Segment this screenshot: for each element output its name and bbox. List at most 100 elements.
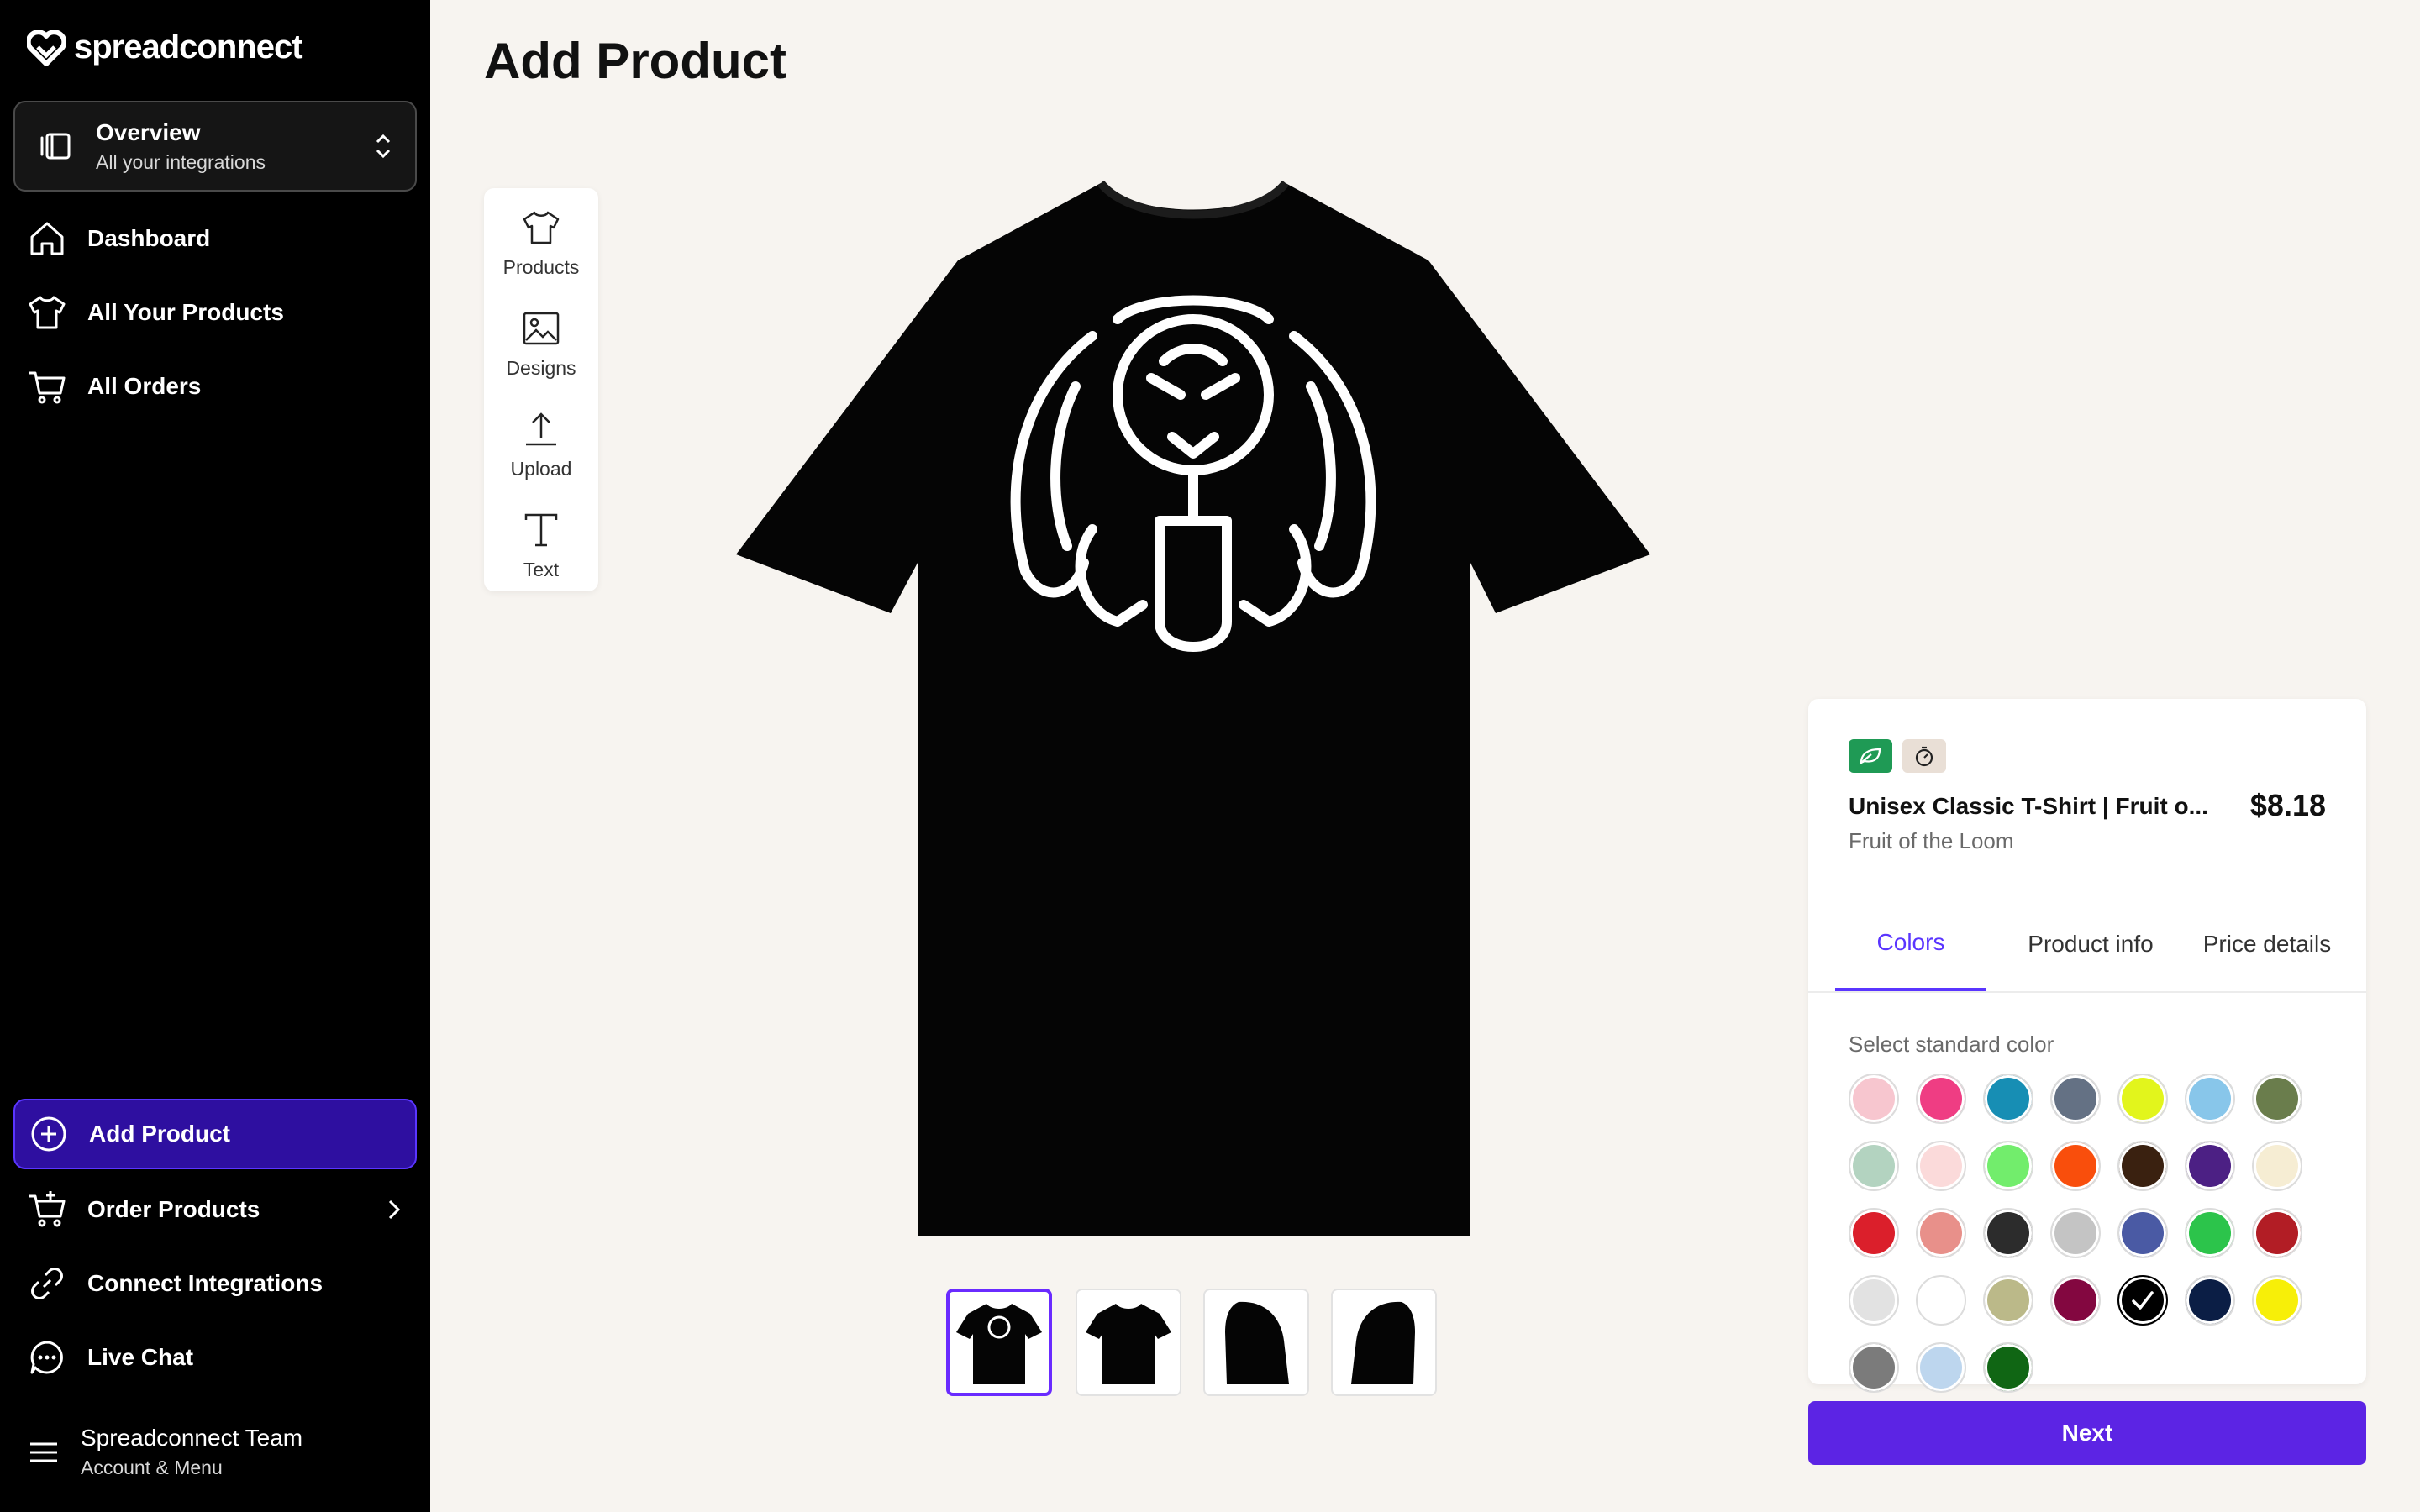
product-name: Unisex Classic T-Shirt | Fruit o... — [1849, 793, 2208, 819]
product-brand: Fruit of the Loom — [1849, 828, 2014, 853]
tool-label: Upload — [510, 457, 572, 480]
logo[interactable]: spreadconnect — [27, 29, 303, 66]
text-icon — [524, 513, 558, 546]
color-swatch[interactable] — [1849, 1141, 1899, 1191]
color-swatch[interactable] — [2050, 1208, 2101, 1258]
tool-products[interactable]: Products — [484, 197, 598, 289]
image-icon — [523, 312, 560, 344]
color-swatch[interactable] — [2252, 1208, 2302, 1258]
tshirt-icon — [523, 211, 560, 244]
tool-designs[interactable]: Designs — [484, 297, 598, 390]
color-swatch[interactable] — [2050, 1074, 2101, 1124]
thumbnail-side-right[interactable] — [1331, 1289, 1437, 1396]
sidebar-item-label: Live Chat — [87, 1344, 194, 1370]
account-menu[interactable]: Spreadconnect Team Account & Menu — [27, 1425, 302, 1479]
color-swatch[interactable] — [2118, 1208, 2168, 1258]
color-swatch[interactable] — [1849, 1074, 1899, 1124]
color-swatch[interactable] — [2185, 1141, 2235, 1191]
thumbnail-image — [1225, 1301, 1289, 1384]
eco-badge — [1849, 739, 1892, 773]
color-hint: Select standard color — [1849, 1032, 2054, 1057]
product-tabs: Colors Product info Price details — [1808, 897, 2366, 993]
thumbnail-side-left[interactable] — [1203, 1289, 1309, 1396]
chat-icon — [30, 1341, 63, 1374]
color-swatch[interactable] — [2118, 1074, 2168, 1124]
sidebar-item-order-products[interactable]: Order Products — [13, 1174, 417, 1245]
sidebar-item-all-products[interactable]: All Your Products — [13, 277, 417, 348]
tab-price-details[interactable]: Price details — [2183, 897, 2351, 991]
tab-colors[interactable]: Colors — [1835, 897, 1986, 991]
sidebar-item-live-chat[interactable]: Live Chat — [13, 1322, 417, 1393]
color-swatch[interactable] — [2252, 1275, 2302, 1326]
app-root: spreadconnect Overview All your integrat… — [0, 0, 2420, 1512]
next-button[interactable]: Next — [1808, 1401, 2366, 1465]
link-icon — [31, 1268, 63, 1299]
color-swatch-grid — [1849, 1074, 2336, 1393]
production-time-badge — [1902, 739, 1946, 773]
color-swatch[interactable] — [2050, 1275, 2101, 1326]
tool-text[interactable]: Text — [484, 499, 598, 591]
page-title: Add Product — [484, 33, 786, 89]
panels-icon — [40, 133, 71, 160]
sidebar-item-add-product[interactable]: Add Product — [13, 1099, 417, 1169]
design-tools: Products Designs Upload Text — [484, 188, 598, 591]
heart-logo-icon — [27, 29, 66, 66]
chevron-right-icon — [388, 1200, 401, 1220]
sidebar-item-label: Dashboard — [87, 225, 211, 251]
sidebar-item-label: All Your Products — [87, 299, 284, 325]
product-preview[interactable] — [723, 168, 1664, 1260]
plus-circle-icon — [31, 1116, 66, 1152]
color-swatch[interactable] — [2252, 1141, 2302, 1191]
color-swatch[interactable] — [2118, 1275, 2168, 1326]
color-swatch[interactable] — [1983, 1141, 2033, 1191]
color-swatch[interactable] — [1849, 1208, 1899, 1258]
tab-product-info[interactable]: Product info — [2007, 897, 2175, 991]
thumbnail-image — [1086, 1304, 1171, 1384]
color-swatch[interactable] — [2185, 1208, 2235, 1258]
color-swatch[interactable] — [2252, 1074, 2302, 1124]
thumbnail-front-design[interactable] — [946, 1289, 1052, 1396]
color-swatch[interactable] — [2118, 1141, 2168, 1191]
color-swatch[interactable] — [1916, 1141, 1966, 1191]
tool-label: Products — [502, 255, 580, 278]
cart-icon — [29, 371, 66, 404]
color-swatch[interactable] — [2050, 1141, 2101, 1191]
color-swatch[interactable] — [1916, 1208, 1966, 1258]
sidebar-item-dashboard[interactable]: Dashboard — [13, 203, 417, 274]
color-swatch[interactable] — [1983, 1342, 2033, 1393]
sidebar-item-all-orders[interactable]: All Orders — [13, 351, 417, 422]
color-swatch[interactable] — [1849, 1275, 1899, 1326]
color-swatch[interactable] — [1983, 1208, 2033, 1258]
tool-label: Designs — [506, 356, 576, 379]
home-icon — [30, 222, 64, 255]
color-swatch[interactable] — [2185, 1074, 2235, 1124]
color-swatch[interactable] — [1849, 1342, 1899, 1393]
tool-label: Text — [523, 558, 560, 580]
color-swatch[interactable] — [1916, 1342, 1966, 1393]
tshirt-preview-image — [736, 180, 1650, 1236]
hamburger-icon — [30, 1442, 57, 1462]
account-name: Spreadconnect Team — [81, 1425, 303, 1451]
product-price: $8.18 — [2249, 788, 2326, 822]
thumbnail-image — [956, 1304, 1042, 1384]
account-subtitle: Account & Menu — [81, 1457, 223, 1478]
chevron-up-down-icon — [376, 134, 391, 159]
color-swatch[interactable] — [1983, 1074, 2033, 1124]
cart-plus-icon — [29, 1191, 66, 1227]
integration-switcher[interactable]: Overview All your integrations — [13, 101, 417, 192]
color-swatch[interactable] — [1916, 1275, 1966, 1326]
tool-upload[interactable]: Upload — [484, 398, 598, 491]
sidebar-item-label: Add Product — [89, 1121, 230, 1147]
color-swatch[interactable] — [1983, 1275, 2033, 1326]
sidebar-item-label: Order Products — [87, 1196, 260, 1222]
sidebar-item-label: Connect Integrations — [87, 1270, 324, 1296]
logo-text: spreadconnect — [74, 29, 303, 66]
sidebar-item-connect-integrations[interactable]: Connect Integrations — [13, 1248, 417, 1319]
color-swatch[interactable] — [2185, 1275, 2235, 1326]
product-panel: Unisex Classic T-Shirt | Fruit o... $8.1… — [1808, 699, 2366, 1393]
thumbnail-front[interactable] — [1076, 1289, 1181, 1396]
color-swatch[interactable] — [1916, 1074, 1966, 1124]
switcher-subtitle: All your integrations — [96, 150, 266, 173]
stopwatch-icon — [1915, 746, 1933, 767]
tshirt-icon — [29, 296, 66, 329]
